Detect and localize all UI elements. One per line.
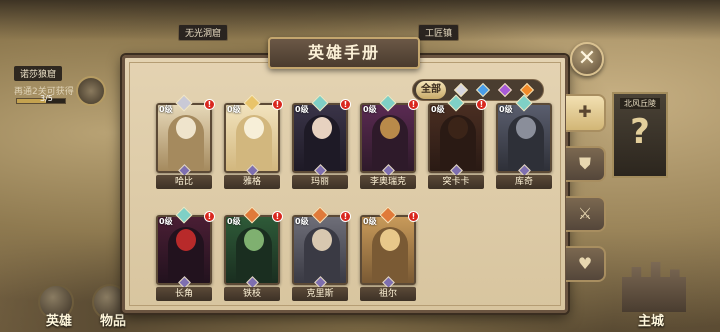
hero-card[interactable]: 0级! 雅格 xyxy=(224,94,283,189)
items-nav-label[interactable]: 物品 xyxy=(100,310,126,329)
filter-all-button[interactable]: 全部 xyxy=(416,81,446,99)
hero-head xyxy=(312,117,332,139)
hero-name: 雅格 xyxy=(224,175,280,189)
alert-badge: ! xyxy=(204,211,215,222)
hero-level: 0级 xyxy=(227,217,241,226)
quest-reward-icon[interactable] xyxy=(76,76,106,106)
grid-icon: ✚ xyxy=(578,102,592,121)
tab-all-heroes[interactable]: ✚ xyxy=(566,94,606,132)
hero-name: 克里斯 xyxy=(292,287,348,301)
quest-title: 诺莎狼窟 xyxy=(14,66,63,81)
hero-card[interactable]: 0级! 李奥瑞克 xyxy=(360,94,419,189)
hero-level: 0级 xyxy=(159,217,173,226)
hero-level: 0级 xyxy=(431,105,445,114)
panel-title: 英雄手册 xyxy=(268,37,420,69)
hero-card[interactable]: 0级! 哈比 xyxy=(156,94,215,189)
hero-name: 李奥瑞克 xyxy=(360,175,416,189)
tab-support[interactable]: ♥ xyxy=(566,246,606,282)
hero-card[interactable]: 0级! 铁枝 xyxy=(224,206,283,301)
hero-card[interactable]: 0级! 玛丽 xyxy=(292,94,351,189)
hero-level: 0级 xyxy=(295,105,309,114)
hero-head xyxy=(516,117,536,139)
hero-name: 哈比 xyxy=(156,175,212,189)
quest-progress-text: 3/5 xyxy=(40,94,53,103)
hero-head xyxy=(176,117,196,139)
hero-name: 突卡卡 xyxy=(428,175,484,189)
hero-card[interactable]: 0级! 克里斯 xyxy=(292,206,351,301)
heart-icon: ♥ xyxy=(577,254,593,273)
map-location-label[interactable]: 无光洞窟 xyxy=(178,24,229,41)
question-mark-icon: ? xyxy=(630,112,650,152)
alert-badge: ! xyxy=(204,99,215,110)
close-button[interactable]: ✕ xyxy=(570,42,604,76)
hero-name: 祖尔 xyxy=(360,287,416,301)
hero-name: 长角 xyxy=(156,287,212,301)
hero-level: 0级 xyxy=(363,217,377,226)
hero-card[interactable]: 0级库奇 xyxy=(496,94,552,189)
map-location-label[interactable]: 工匠镇 xyxy=(418,24,460,41)
hero-card[interactable]: 0级! 长角 xyxy=(156,206,215,301)
hero-name: 玛丽 xyxy=(292,175,348,189)
alert-badge: ! xyxy=(340,99,351,110)
hero-level: 0级 xyxy=(363,105,377,114)
hero-level: 0级 xyxy=(159,105,173,114)
close-icon: ✕ xyxy=(577,46,597,71)
hero-level: 0级 xyxy=(227,105,241,114)
hero-card[interactable]: 0级! 突卡卡 xyxy=(428,94,487,189)
hero-head xyxy=(312,229,332,251)
hero-head xyxy=(244,117,264,139)
alert-badge: ! xyxy=(476,99,487,110)
hero-head xyxy=(448,117,468,139)
map-top-shade xyxy=(0,0,720,40)
main-city-nav-label[interactable]: 主城 xyxy=(638,310,664,329)
hero-name: 库奇 xyxy=(496,175,552,189)
alert-badge: ! xyxy=(408,211,419,222)
hero-head xyxy=(244,229,264,251)
hero-head xyxy=(176,229,196,251)
alert-badge: ! xyxy=(272,211,283,222)
region-label: 北风丘陵 xyxy=(620,98,660,109)
hero-head xyxy=(380,117,400,139)
tab-defense[interactable]: ⛊ xyxy=(566,146,606,182)
tab-attack[interactable]: ⚔ xyxy=(566,196,606,232)
alert-badge: ! xyxy=(340,211,351,222)
alert-badge: ! xyxy=(272,99,283,110)
alert-badge: ! xyxy=(408,99,419,110)
hero-level: 0级 xyxy=(499,105,513,114)
shield-icon: ⛊ xyxy=(578,154,591,173)
hero-card[interactable]: 0级! 祖尔 xyxy=(360,206,419,301)
hero-level: 0级 xyxy=(295,217,309,226)
hero-head xyxy=(380,229,400,251)
hero-name: 铁枝 xyxy=(224,287,280,301)
sword-icon: ⚔ xyxy=(577,204,593,223)
heroes-nav-label[interactable]: 英雄 xyxy=(46,310,72,329)
